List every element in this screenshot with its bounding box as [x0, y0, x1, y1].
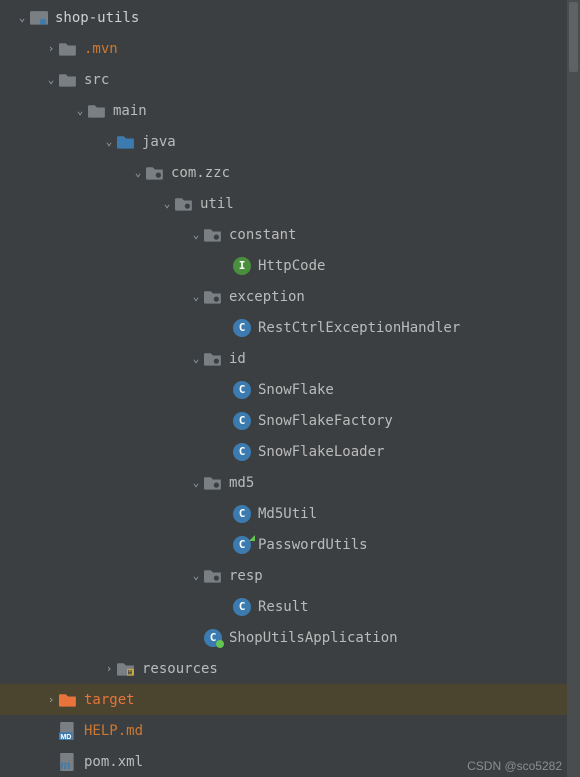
tree-row[interactable]: C SnowFlakeLoader: [0, 436, 580, 467]
tree-item-label: Md5Util: [258, 506, 317, 522]
tree-row[interactable]: ⌄ src: [0, 64, 580, 95]
tree-row[interactable]: ⌄ exception: [0, 281, 580, 312]
chevron-down-icon[interactable]: ⌄: [43, 73, 59, 86]
interface-icon: I: [233, 257, 251, 275]
tree-row[interactable]: MD HELP.md: [0, 715, 580, 746]
resources-icon: [117, 660, 135, 678]
tree-item-label: PasswordUtils: [258, 537, 368, 553]
tree-row[interactable]: ⌄ main: [0, 95, 580, 126]
class-icon: C: [233, 443, 251, 461]
tree-row[interactable]: C SnowFlake: [0, 374, 580, 405]
tree-item-label: src: [84, 72, 109, 88]
spring-boot-icon: C: [204, 629, 222, 647]
tree-item-label: resp: [229, 568, 263, 584]
scrollbar-thumb[interactable]: [569, 2, 578, 72]
package-icon: [204, 567, 222, 585]
package-icon: [204, 226, 222, 244]
folder-icon: [59, 40, 77, 58]
tree-row[interactable]: › resources: [0, 653, 580, 684]
chevron-right-icon[interactable]: ›: [43, 42, 59, 55]
folder-icon: [59, 691, 77, 709]
tree-item-label: HELP.md: [84, 723, 143, 739]
chevron-down-icon[interactable]: ⌄: [130, 166, 146, 179]
package-icon: [204, 350, 222, 368]
tree-item-label: constant: [229, 227, 296, 243]
watermark: CSDN @sco5282: [467, 759, 562, 773]
tree-item-label: ShopUtilsApplication: [229, 630, 398, 646]
class-icon: C: [233, 505, 251, 523]
tree-item-label: SnowFlake: [258, 382, 334, 398]
tree-item-label: SnowFlakeLoader: [258, 444, 384, 460]
chevron-down-icon[interactable]: ⌄: [188, 476, 204, 489]
tree-item-label: RestCtrlExceptionHandler: [258, 320, 460, 336]
package-icon: [175, 195, 193, 213]
package-icon: [204, 474, 222, 492]
tree-row[interactable]: ⌄ id: [0, 343, 580, 374]
tree-item-label: java: [142, 134, 176, 150]
svg-text:MD: MD: [60, 732, 71, 739]
module-icon: [30, 9, 48, 27]
class-icon: C: [233, 319, 251, 337]
folder-icon: [59, 71, 77, 89]
tree-item-label: com.zzc: [171, 165, 230, 181]
tree-row[interactable]: › target: [0, 684, 580, 715]
class-icon: C: [233, 381, 251, 399]
chevron-right-icon[interactable]: ›: [43, 693, 59, 706]
folder-icon: [88, 102, 106, 120]
chevron-down-icon[interactable]: ⌄: [188, 228, 204, 241]
chevron-down-icon[interactable]: ⌄: [159, 197, 175, 210]
chevron-down-icon[interactable]: ⌄: [72, 104, 88, 117]
tree-item-label: HttpCode: [258, 258, 325, 274]
tree-item-label: util: [200, 196, 234, 212]
tree-item-label: SnowFlakeFactory: [258, 413, 393, 429]
chevron-down-icon[interactable]: ⌄: [188, 352, 204, 365]
tree-item-label: pom.xml: [84, 754, 143, 770]
tree-row[interactable]: ⌄ resp: [0, 560, 580, 591]
chevron-down-icon[interactable]: ⌄: [188, 569, 204, 582]
tree-item-label: .mvn: [84, 41, 118, 57]
tree-row[interactable]: C RestCtrlExceptionHandler: [0, 312, 580, 343]
scrollbar[interactable]: [567, 0, 580, 777]
package-icon: [204, 288, 222, 306]
tree-row[interactable]: ⌄ shop-utils: [0, 2, 580, 33]
chevron-down-icon[interactable]: ⌄: [14, 11, 30, 24]
tree-row[interactable]: I HttpCode: [0, 250, 580, 281]
package-icon: [146, 164, 164, 182]
chevron-right-icon[interactable]: ›: [101, 662, 117, 675]
tree-row[interactable]: › .mvn: [0, 33, 580, 64]
tree-row[interactable]: C Md5Util: [0, 498, 580, 529]
chevron-down-icon[interactable]: ⌄: [188, 290, 204, 303]
tree-item-label: shop-utils: [55, 10, 139, 26]
chevron-down-icon[interactable]: ⌄: [101, 135, 117, 148]
tree-row[interactable]: ⌄ util: [0, 188, 580, 219]
tree-row[interactable]: ⌄ md5: [0, 467, 580, 498]
tree-item-label: Result: [258, 599, 309, 615]
tree-row[interactable]: ⌄ constant: [0, 219, 580, 250]
svg-text:m: m: [60, 756, 71, 770]
class-icon: C: [233, 536, 251, 554]
tree-row[interactable]: C PasswordUtils: [0, 529, 580, 560]
tree-row[interactable]: C Result: [0, 591, 580, 622]
tree-row[interactable]: ⌄ java: [0, 126, 580, 157]
maven-file-icon: m: [59, 753, 77, 771]
tree-item-label: exception: [229, 289, 305, 305]
tree-item-label: resources: [142, 661, 218, 677]
tree-item-label: main: [113, 103, 147, 119]
tree-row[interactable]: ⌄ com.zzc: [0, 157, 580, 188]
class-icon: C: [233, 412, 251, 430]
tree-row[interactable]: C SnowFlakeFactory: [0, 405, 580, 436]
class-icon: C: [233, 598, 251, 616]
tree-item-label: id: [229, 351, 246, 367]
tree-item-label: target: [84, 692, 135, 708]
markdown-file-icon: MD: [59, 722, 77, 740]
folder-icon: [117, 133, 135, 151]
project-tree[interactable]: ⌄ shop-utils › .mvn ⌄ src ⌄ main ⌄ java ⌄ com.zzc ⌄ u…: [0, 0, 580, 777]
tree-item-label: md5: [229, 475, 254, 491]
tree-row[interactable]: C ShopUtilsApplication: [0, 622, 580, 653]
